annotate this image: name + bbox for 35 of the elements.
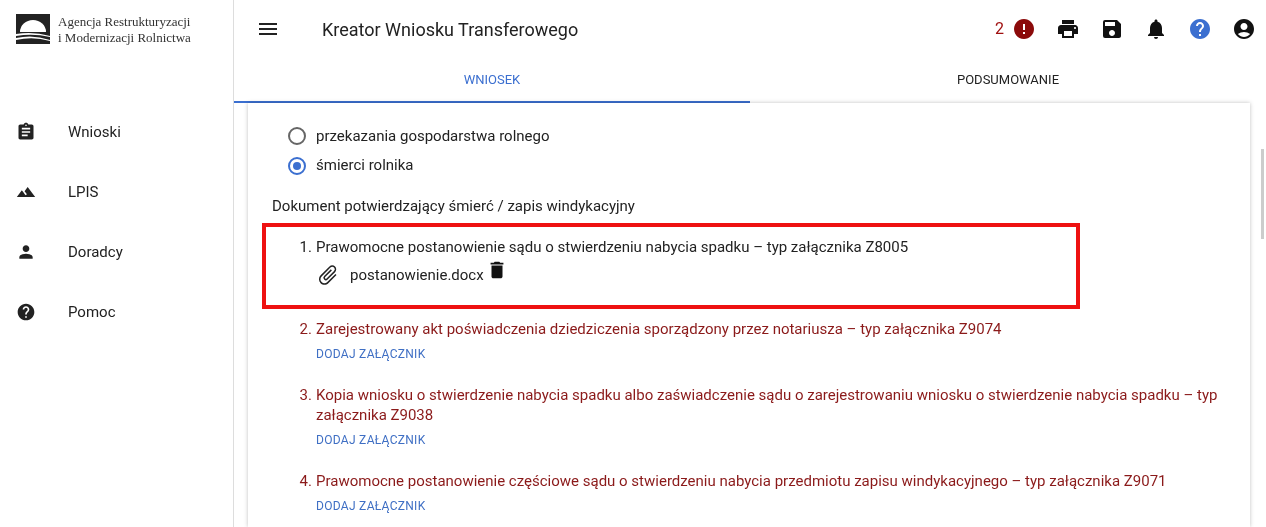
document-title: Prawomocne postanowienie sądu o stwierdzeniu nabycia spadku – typ załącznika Z8005 [316, 237, 909, 257]
add-attachment-link[interactable]: DODAJ ZAŁĄCZNIK [316, 497, 426, 515]
item-number: 4. [298, 471, 312, 491]
add-attachment-link[interactable]: DODAJ ZAŁĄCZNIK [316, 431, 426, 449]
sidebar-item[interactable]: Doradcy [0, 222, 233, 282]
help-icon [16, 302, 36, 322]
error-count: 2 [995, 18, 1004, 40]
print-icon[interactable] [1056, 17, 1080, 41]
scrollbar[interactable] [1261, 149, 1264, 239]
sidebar-item[interactable]: LPIS [0, 162, 233, 222]
clipboard-icon [16, 122, 36, 142]
section-label: Dokument potwierdzający śmierć / zapis windykacyjny [272, 195, 636, 217]
logo-icon [16, 14, 50, 44]
add-attachment-link[interactable]: DODAJ ZAŁĄCZNIK [316, 345, 426, 363]
sidebar-item[interactable]: Wnioski [0, 102, 233, 162]
error-icon[interactable] [1012, 17, 1036, 41]
radio-option[interactable]: przekazania gospodarstwa rolnego [288, 121, 1250, 151]
agency-name: i Modernizacji Rolnictwa [58, 30, 191, 46]
document-title: Kopia wniosku o stwierdzenie nabycia spadku albo zaświadczenie sądu o zarejestrowaniu wniosku o stwierdzenie nabycia spadku – typ załącznika Z9038 [316, 385, 1219, 425]
radio-button[interactable] [288, 156, 306, 175]
radio-option[interactable]: śmierci rolnika [288, 150, 1250, 181]
page-title: Kreator Wniosku Transferowego [322, 17, 579, 42]
document-title: Prawomocne postanowienie częściowe sądu o stwierdzeniu nabycia przedmiotu zapisu windykacyjnego – typ załącznika Z9071 [316, 471, 1167, 491]
sidebar-item[interactable]: Pomoc [0, 282, 233, 342]
radio-button[interactable] [288, 126, 306, 145]
file-name[interactable]: postanowienie.docx [350, 263, 484, 287]
document-title: Zarejestrowany akt poświadczenia dziedziczenia sporządzony przez notariusza – typ załącznika Z9074 [316, 319, 1002, 339]
save-icon[interactable] [1100, 17, 1124, 41]
agency-name: Agencja Restrukturyzacji [58, 14, 191, 30]
item-number: 3. [298, 385, 312, 406]
tab[interactable]: PODSUMOWANIE [750, 58, 1266, 103]
item-number: 1. [298, 237, 312, 257]
account-icon[interactable] [1232, 17, 1256, 41]
help-icon[interactable] [1188, 17, 1212, 41]
item-number: 2. [298, 319, 312, 339]
